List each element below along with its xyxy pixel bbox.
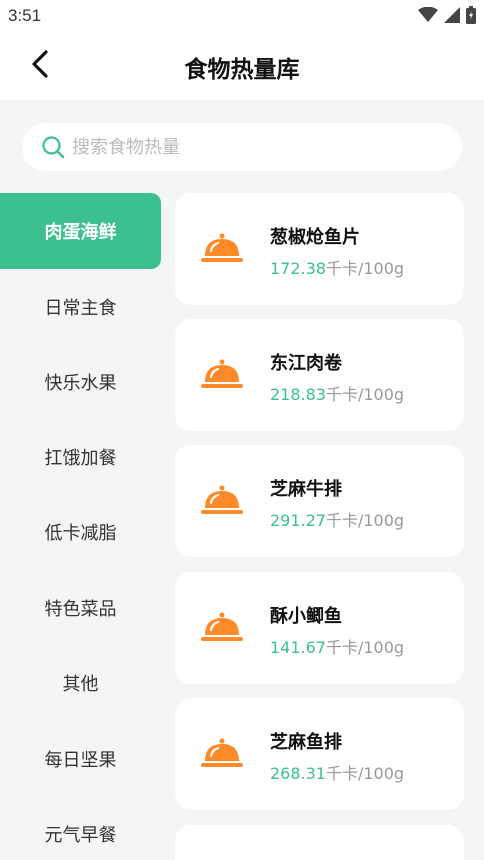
food-cloche-icon [200,484,244,518]
search-bar[interactable] [22,123,462,171]
calorie-unit: 千卡/100g [325,764,405,783]
battery-icon [466,6,476,28]
food-calories: 218.83千卡/100g [270,381,404,405]
category-item-special-dishes[interactable]: 特色菜品 [0,570,161,646]
food-card[interactable]: 芝麻牛排 291.27千卡/100g [175,445,464,557]
category-label: 肉蛋海鲜 [44,222,117,243]
category-item-daily-staples[interactable]: 日常主食 [0,269,161,345]
page-title: 食物热量库 [184,57,300,83]
category-sidebar: 肉蛋海鲜 日常主食 快乐水果 扛饿加餐 低卡减脂 特色菜品 其他 每日坚果 元气… [0,193,161,860]
food-name: 葱椒炝鱼片 [270,227,360,248]
calorie-unit: 千卡/100g [325,259,405,278]
food-card-partial[interactable] [175,825,464,860]
category-item-fruits[interactable]: 快乐水果 [0,344,161,420]
category-item-low-calorie[interactable]: 低卡减脂 [0,494,161,570]
calorie-value: 268.31 [270,764,326,783]
food-name: 东江肉卷 [270,353,342,374]
category-item-nuts[interactable]: 每日坚果 [0,721,161,797]
calorie-unit: 千卡/100g [325,385,405,404]
category-label: 快乐水果 [44,373,117,394]
category-label: 元气早餐 [44,825,117,846]
category-label: 其他 [62,674,99,695]
food-cloche-icon [200,737,244,771]
category-label: 每日坚果 [44,750,117,771]
food-card[interactable]: 芝麻鱼排 268.31千卡/100g [175,698,464,810]
food-calories: 291.27千卡/100g [270,507,404,531]
category-item-breakfast[interactable]: 元气早餐 [0,796,161,860]
calorie-unit: 千卡/100g [325,511,405,530]
category-label: 扛饿加餐 [44,448,117,469]
calorie-value: 141.67 [270,638,326,657]
food-cloche-icon [200,358,244,392]
food-card[interactable]: 酥小鲫鱼 141.67千卡/100g [175,572,464,684]
food-cloche-icon [200,611,244,645]
calorie-value: 291.27 [270,511,326,530]
food-cloche-icon [200,232,244,266]
food-card[interactable]: 东江肉卷 218.83千卡/100g [175,319,464,431]
food-calories: 172.38千卡/100g [270,255,404,279]
food-name: 芝麻牛排 [270,479,342,500]
category-label: 低卡减脂 [44,523,117,544]
wifi-icon [418,6,438,27]
calorie-value: 172.38 [270,259,326,278]
calorie-unit: 千卡/100g [325,638,405,657]
category-item-snacks[interactable]: 扛饿加餐 [0,419,161,495]
status-time: 3:51 [8,6,42,25]
food-calories: 268.31千卡/100g [270,760,404,784]
category-item-other[interactable]: 其他 [0,645,161,721]
search-input[interactable] [72,136,412,158]
food-name: 酥小鲫鱼 [270,606,342,627]
status-bar: 3:51 [0,0,484,32]
calorie-value: 218.83 [270,385,326,404]
food-card[interactable]: 葱椒炝鱼片 172.38千卡/100g [175,193,464,305]
status-icons [418,6,476,28]
food-calories: 141.67千卡/100g [270,634,404,658]
category-label: 特色菜品 [44,599,117,620]
signal-icon [444,7,460,27]
category-label: 日常主食 [44,298,117,319]
search-icon [40,134,66,160]
food-name: 芝麻鱼排 [270,732,342,753]
category-item-meat-egg-seafood[interactable]: 肉蛋海鲜 [0,193,161,269]
navigation-bar: 食物热量库 [0,32,484,100]
